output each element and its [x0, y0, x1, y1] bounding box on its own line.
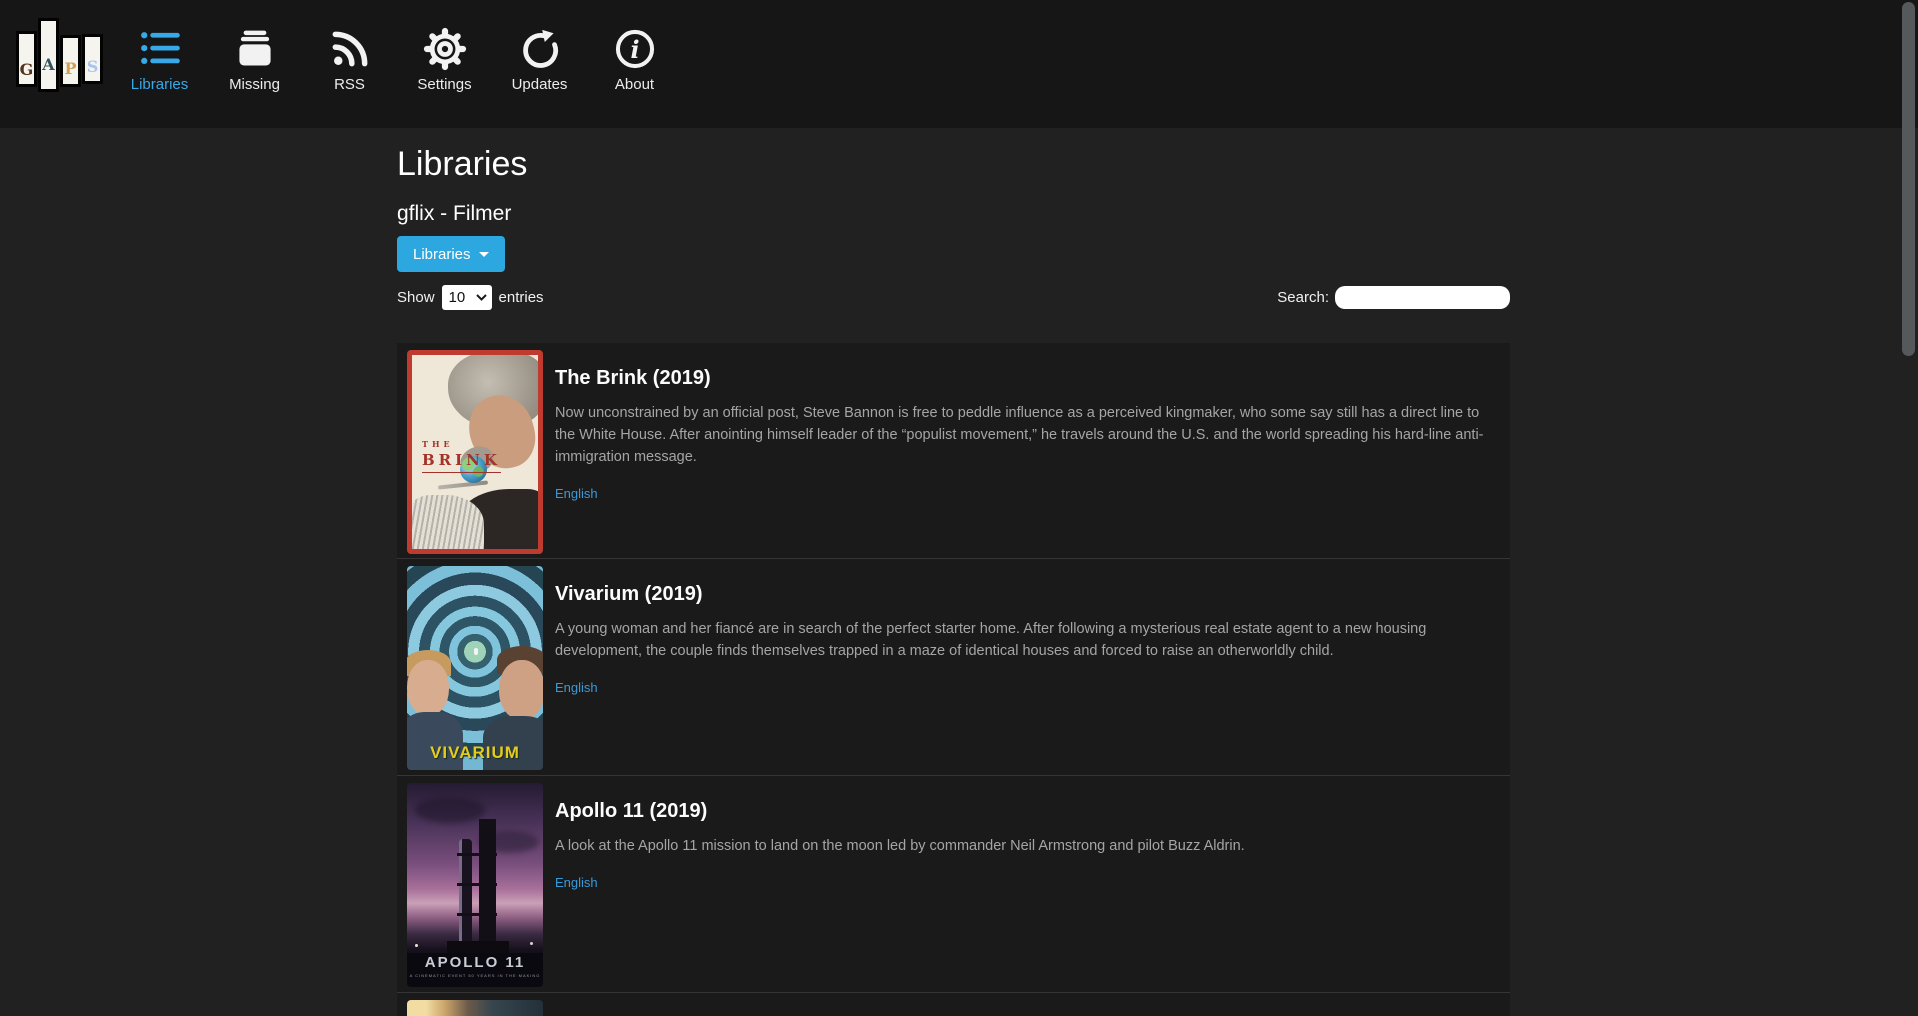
refresh-icon	[492, 27, 587, 71]
nav-label-settings: Settings	[397, 76, 492, 93]
nav-label-about: About	[587, 76, 682, 93]
logo-letter-a: A	[38, 18, 59, 92]
main-nav: Libraries Missing	[112, 0, 682, 128]
movie-description: A look at the Apollo 11 mission to land …	[555, 835, 1490, 857]
nav-item-rss[interactable]: RSS	[302, 27, 397, 128]
table-row[interactable]: THE BRINK The Brink (2019) Now unconstra…	[397, 343, 1510, 558]
entries-label: entries	[499, 289, 544, 306]
page-size-select[interactable]: 10	[442, 285, 492, 310]
nav-item-settings[interactable]: Settings	[397, 27, 492, 128]
libraries-dropdown-button[interactable]: Libraries	[397, 236, 505, 272]
nav-label-libraries: Libraries	[112, 76, 207, 93]
scrollbar-thumb[interactable]	[1902, 2, 1915, 356]
nav-label-updates: Updates	[492, 76, 587, 93]
logo-letter-s: S	[82, 34, 103, 84]
svg-text:i: i	[630, 36, 639, 64]
nav-item-updates[interactable]: Updates	[492, 27, 587, 128]
search-label: Search:	[1277, 289, 1329, 306]
table-row[interactable]: APOLLO 11 A CINEMATIC EVENT 50 YEARS IN …	[397, 775, 1510, 992]
gaps-app: G A P S	[0, 0, 1918, 1016]
movie-poster-vivarium: VIVARIUM	[407, 566, 543, 770]
chevron-down-icon	[479, 252, 489, 257]
info-icon: i	[587, 27, 682, 71]
movie-title: Apollo 11 (2019)	[555, 797, 1495, 825]
page-size-control: Show 10 entries	[397, 285, 544, 310]
movie-poster-the-brink: THE BRINK	[407, 350, 543, 554]
stack-icon	[207, 27, 302, 71]
nav-label-rss: RSS	[302, 76, 397, 93]
table-row[interactable]	[397, 992, 1510, 1016]
movies-table: THE BRINK The Brink (2019) Now unconstra…	[397, 343, 1510, 1016]
search-control: Search:	[1277, 286, 1510, 309]
page-title: Libraries	[397, 144, 1510, 184]
nav-item-missing[interactable]: Missing	[207, 27, 302, 128]
main-content: Libraries gflix - Filmer Libraries Show …	[397, 144, 1510, 1016]
gaps-logo[interactable]: G A P S	[16, 18, 104, 96]
logo-letter-p: P	[60, 35, 81, 87]
show-label: Show	[397, 289, 435, 306]
search-input[interactable]	[1335, 286, 1510, 309]
nav-label-missing: Missing	[207, 76, 302, 93]
nav-item-libraries[interactable]: Libraries	[112, 27, 207, 128]
gear-icon	[397, 27, 492, 71]
chevron-down-icon	[476, 294, 487, 301]
table-controls: Show 10 entries Search:	[397, 284, 1510, 310]
movie-title: The Brink (2019)	[555, 364, 1495, 392]
rss-icon	[302, 27, 397, 71]
movie-title: Vivarium (2019)	[555, 580, 1495, 608]
movie-description: Now unconstrained by an official post, S…	[555, 402, 1490, 468]
table-row[interactable]: VIVARIUM Vivarium (2019) A young woman a…	[397, 558, 1510, 775]
movie-poster-partial	[407, 1000, 543, 1016]
language-link[interactable]: English	[555, 875, 598, 890]
language-link[interactable]: English	[555, 486, 598, 501]
logo-letter-g: G	[16, 31, 37, 87]
language-link[interactable]: English	[555, 680, 598, 695]
nav-item-about[interactable]: i About	[587, 27, 682, 128]
movie-description: A young woman and her fiancé are in sear…	[555, 618, 1490, 662]
top-navbar: G A P S	[0, 0, 1918, 128]
movie-poster-apollo-11: APOLLO 11 A CINEMATIC EVENT 50 YEARS IN …	[407, 783, 543, 987]
library-subtitle: gflix - Filmer	[397, 202, 1510, 226]
list-icon	[112, 27, 207, 71]
